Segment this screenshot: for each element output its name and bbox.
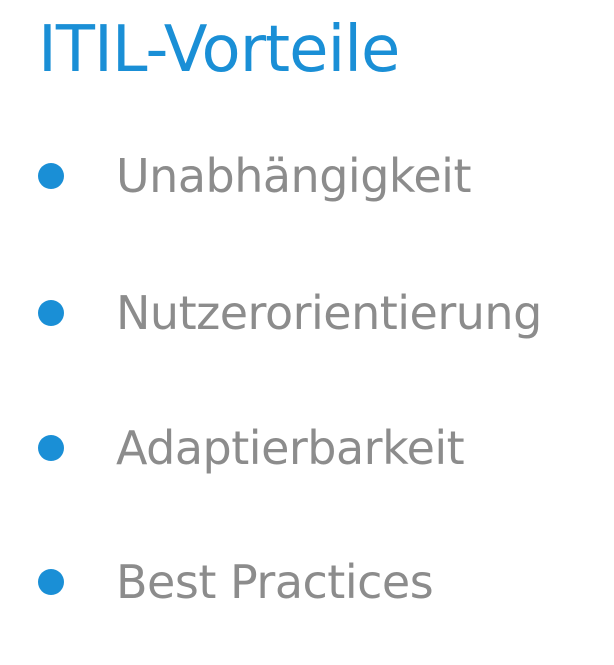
slide: ITIL-Vorteile Unabhängigkeit Nutzerorien… xyxy=(0,0,614,665)
slide-title: ITIL-Vorteile xyxy=(38,13,400,87)
bullet-item: Unabhängigkeit xyxy=(0,141,614,211)
bullet-dot-icon xyxy=(38,163,64,189)
bullet-text: Nutzerorientierung xyxy=(116,286,542,340)
bullet-item: Best Practices xyxy=(0,547,614,617)
bullet-text: Best Practices xyxy=(116,555,434,609)
bullet-item: Adaptierbarkeit xyxy=(0,413,614,483)
bullet-dot-icon xyxy=(38,569,64,595)
bullet-dot-icon xyxy=(38,435,64,461)
bullet-dot-icon xyxy=(38,300,64,326)
bullet-item: Nutzerorientierung xyxy=(0,278,614,348)
bullet-text: Unabhängigkeit xyxy=(116,149,472,203)
bullet-text: Adaptierbarkeit xyxy=(116,421,465,475)
